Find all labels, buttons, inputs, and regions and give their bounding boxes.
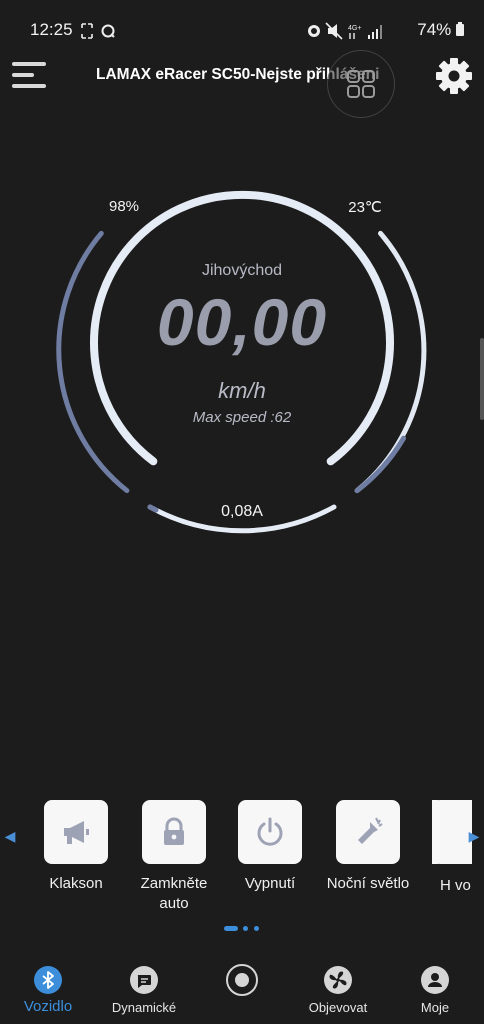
hamburger-menu-icon — [12, 62, 46, 88]
floating-grid-button[interactable] — [327, 50, 395, 118]
page-dot — [254, 926, 259, 931]
night-light-tile — [336, 800, 400, 864]
lock-icon — [164, 817, 184, 845]
max-speed: Max speed :62 — [192, 409, 292, 426]
battery-icon — [456, 22, 464, 36]
speed-value: 00,00 — [156, 285, 328, 359]
battery-percent: 98% — [108, 198, 140, 215]
power-tile — [238, 800, 302, 864]
menu-button[interactable] — [10, 56, 48, 94]
horn-button[interactable]: Klakson — [28, 800, 124, 894]
app-screen: 12:25 4G+ 74% LAMAX eRacer SC50-Nejste p… — [0, 0, 484, 1024]
gauge-rings — [56, 190, 427, 534]
nav-dynamic-label: Dynamické — [111, 1000, 177, 1015]
app-header: LAMAX eRacer SC50-Nejste přihlášeni — [0, 50, 484, 118]
nav-dynamic[interactable]: Dynamické — [100, 966, 188, 1015]
current-value: 0,08A — [221, 503, 263, 520]
power-off-button[interactable]: Vypnutí — [222, 800, 318, 894]
horn-tile — [44, 800, 108, 864]
nav-profile[interactable]: Moje — [391, 966, 479, 1015]
carousel-prev-arrow[interactable]: ◀ — [2, 826, 18, 846]
settings-button[interactable] — [434, 56, 474, 96]
person-icon — [421, 966, 449, 994]
megaphone-icon — [64, 821, 89, 844]
controls-carousel: ◀ Klakson Zamkněte auto Vypnutí Noční sv… — [0, 796, 484, 936]
record-icon — [226, 964, 258, 996]
alarm-icon — [308, 25, 320, 37]
mute-icon — [325, 22, 343, 40]
power-off-label: Vypnutí — [244, 875, 296, 892]
bottom-navigation: Vozidlo Dynamické Objevovat Moje — [0, 958, 484, 1024]
temperature: 23℃ — [348, 199, 382, 216]
battery-percent-text: 74% — [417, 20, 452, 39]
carousel-page-dots — [224, 926, 264, 932]
bluetooth-icon — [34, 966, 62, 994]
svg-text:4G+: 4G+ — [348, 25, 361, 32]
chat-icon — [130, 966, 158, 994]
nav-discover[interactable]: Objevovat — [294, 966, 382, 1015]
status-time: 12:25 — [30, 20, 73, 39]
horn-label: Klakson — [49, 875, 103, 892]
night-light-label: Noční světlo — [326, 875, 410, 892]
nav-profile-label: Moje — [420, 1000, 450, 1015]
scroll-handle[interactable] — [480, 338, 484, 420]
night-light-button[interactable]: Noční světlo — [320, 800, 416, 894]
page-dot-active — [224, 926, 238, 931]
status-icons: 4G+ — [308, 22, 382, 40]
lock-tile — [142, 800, 206, 864]
grid-icon — [347, 70, 375, 98]
nav-discover-label: Objevovat — [308, 1000, 368, 1015]
mobile-data-icon: 4G+ — [348, 25, 361, 39]
signal-icon — [368, 25, 382, 39]
speed-unit: km/h — [218, 378, 266, 403]
gear-icon — [436, 58, 472, 94]
page-dot — [243, 926, 248, 931]
carousel-next-arrow[interactable]: ▶ — [466, 826, 482, 846]
lock-label: Zamkněte auto — [140, 875, 208, 912]
battery-status: 74% — [417, 20, 464, 40]
speed-gauge: 98% 23℃ Jihovýchod 00,00 km/h Max speed … — [0, 180, 484, 550]
flashlight-icon — [358, 817, 383, 844]
fan-icon — [324, 966, 352, 994]
nav-vehicle[interactable]: Vozidlo — [4, 966, 92, 1015]
partial-control-label: H vo — [440, 876, 480, 896]
partial-control-label-text: H vo — [440, 877, 471, 894]
nav-center[interactable] — [198, 964, 286, 1002]
current-arc-fill — [147, 504, 159, 513]
direction: Jihovýchod — [201, 262, 283, 279]
power-icon — [257, 817, 283, 846]
nav-vehicle-label: Vozidlo — [23, 998, 73, 1015]
lock-button[interactable]: Zamkněte auto — [126, 800, 222, 914]
screenshot-icon — [81, 23, 115, 39]
